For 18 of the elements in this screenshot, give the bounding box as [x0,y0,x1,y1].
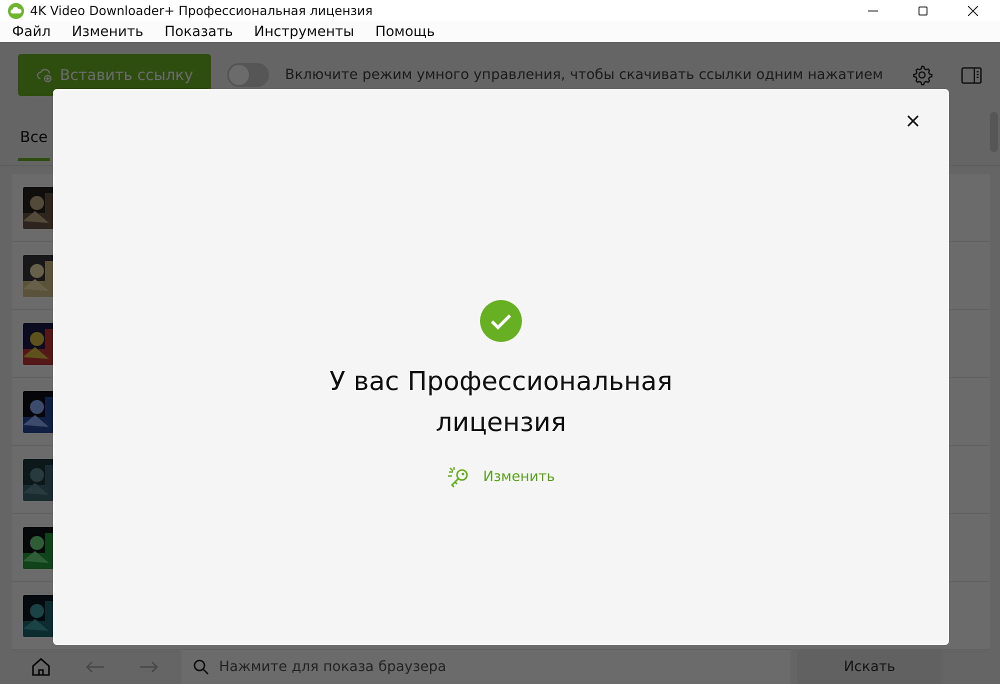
close-icon[interactable] [907,115,919,127]
menu-item[interactable]: Помощь [375,24,435,40]
settings-icon[interactable] [911,64,933,86]
menu-item[interactable]: Показать [164,24,233,40]
smart-mode-hint: Включите режим умного управления, чтобы скачивать ссылки одним нажатием [284,67,883,83]
dialog-title: У вас Профессиональная лицензия [328,366,674,440]
browser-search-field[interactable]: Нажмите для показа браузера [181,650,791,684]
check-icon [480,300,522,342]
menu-item[interactable]: Инструменты [254,24,354,40]
side-panel-icon[interactable] [961,66,982,84]
maximize-icon[interactable] [918,6,928,16]
cloud-plus-icon [36,66,54,84]
home-icon[interactable] [31,657,51,677]
menu-item[interactable]: Файл [12,24,51,40]
window-title: 4K Video Downloader+ Профессиональная лицензия [30,3,373,18]
menu-item[interactable]: Изменить [72,24,144,40]
close-icon[interactable] [968,6,978,16]
app-logo-icon [8,2,24,18]
